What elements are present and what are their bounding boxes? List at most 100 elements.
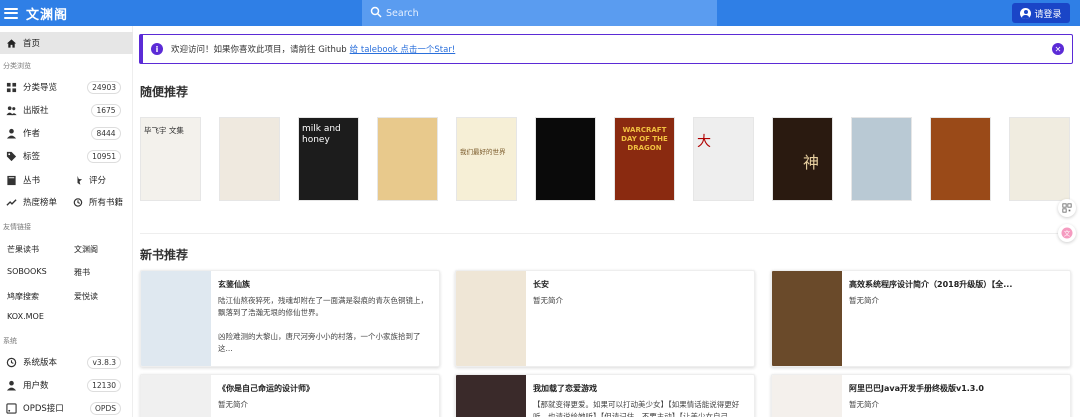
login-label: 请登录 [1034,9,1062,20]
book-card-desc: 陆江仙熬夜猝死，残魂却附在了一面满是裂痕的青灰色铜镜上，飘落到了浩瀚无垠的修仙世… [218,296,428,353]
book-card-desc: 暂无简介 [218,400,248,409]
book-card-desc: 暂无简介 [533,296,563,305]
link-item[interactable]: 文渊阁 [74,244,98,255]
translate-icon[interactable]: 文 [1058,224,1076,242]
search-icon [370,6,382,21]
tag-icon [6,151,17,162]
search-bar[interactable] [362,0,717,26]
link-item[interactable]: 鸠摩搜索 [7,291,39,302]
book-card[interactable]: 阿里巴巴Java开发手册终极版v1.3.0 暂无简介 [771,374,1071,417]
book-cover[interactable]: 大 [693,117,754,201]
sidebar-item-home[interactable]: 首页 [0,32,133,54]
app-title[interactable]: 文渊阁 [26,4,68,23]
sidebar-item-tags[interactable]: 标签 10951 [0,147,133,165]
close-icon[interactable]: ✕ [1052,43,1064,55]
sidebar-item-series[interactable]: 丛书 [6,171,40,189]
sidebar-item-opds[interactable]: OPDS接口 OPDS [0,399,133,417]
book-card[interactable]: 我加载了恋爱游戏 【那就变得更爱。如果可以打动美少女】【如果情话能说得更好听，也… [455,374,755,417]
book-cover[interactable] [1009,117,1070,201]
section-title-random: 随便推荐 [140,85,189,99]
sidebar-item-categories[interactable]: 分类导览 24903 [0,78,133,96]
book-thumbnail [772,271,842,366]
clock-icon [6,357,17,368]
book-cover[interactable] [851,117,912,201]
qr-code-icon[interactable] [1058,199,1076,217]
link-item[interactable]: 雅书 [74,267,90,278]
book-thumbnail [772,375,842,417]
info-icon: i [151,43,163,55]
trending-icon [6,197,17,208]
book-thumbnail [456,375,526,417]
link-item[interactable]: KOX.MOE [7,312,44,321]
app-bar: 文渊阁 请登录 [0,0,1080,26]
section-divider [140,233,1072,234]
count-badge: 24903 [87,80,121,94]
book-thumbnail [141,271,211,366]
notice-banner: i 欢迎访问！如果你喜欢此项目，请前往 Github 给 talebook 点击… [139,34,1073,64]
home-icon [6,38,17,49]
book-cover[interactable] [930,117,991,201]
account-icon [1020,7,1032,19]
sidebar-item-authors[interactable]: 作者 8444 [0,124,133,142]
book-cover[interactable] [219,117,280,201]
search-input[interactable] [386,7,686,19]
book-cover-title: 毕飞宇 文集 [144,126,184,135]
book-cover[interactable]: WARCRAFT DAY OF THE DRAGON [614,117,675,201]
sidebar-item-rating[interactable]: 评分 [72,171,106,189]
book-card-title: 我加载了恋爱游戏 [533,384,597,393]
book-card[interactable]: 长安 暂无简介 [455,270,755,367]
book-cover[interactable] [535,117,596,201]
main-content: i 欢迎访问！如果你喜欢此项目，请前往 Github 给 talebook 点击… [133,26,1080,417]
book-cover[interactable]: 我们最好的世界 [456,117,517,201]
book-cover[interactable]: 神 [772,117,833,201]
star-half-icon [72,175,83,186]
sidebar-item-users[interactable]: 用户数 12130 [0,376,133,394]
rss-icon [6,402,17,414]
link-item[interactable]: 芒果读书 [7,244,39,255]
link-item[interactable]: SOBOOKS [7,267,47,276]
person-icon [6,128,17,139]
count-badge: v3.8.3 [87,355,121,369]
count-badge: 1675 [91,103,121,117]
sidebar-item-label: 出版社 [23,106,49,116]
book-card-title: 《你是自己命运的设计师》 [218,384,314,393]
sidebar-item-label: 首页 [23,39,41,49]
book-card[interactable]: 高效系统程序设计简介（2018升级版）【全... 暂无简介 [771,270,1071,367]
sidebar-item-label: 丛书 [23,176,41,186]
link-item[interactable]: 爱悦读 [74,291,98,302]
book-card-title: 高效系统程序设计简介（2018升级版）【全... [849,280,1013,289]
sidebar-item-version[interactable]: 系统版本 v3.8.3 [0,353,133,371]
count-badge: 10951 [87,149,121,163]
book-card-desc: 暂无简介 [849,400,879,409]
book-card-desc: 【那就变得更爱。如果可以打动美少女】【如果情话能说得更好听，也请说给她听】【但请… [533,400,740,417]
random-cover-list: 毕飞宇 文集 milk and honey 我们最好的世界 WARCRAFT D… [140,117,1070,201]
book-card[interactable]: 《你是自己命运的设计师》 暂无简介 [140,374,440,417]
book-cover[interactable]: 毕飞宇 文集 [140,117,201,201]
sidebar-item-label: 评分 [89,176,107,186]
sidebar-item-label: 分类导览 [23,83,58,93]
sidebar-item-label: 作者 [23,129,41,139]
user-icon [6,380,17,391]
book-card-title: 阿里巴巴Java开发手册终极版v1.3.0 [849,384,984,393]
svg-text:文: 文 [1064,228,1071,237]
section-title-new: 新书推荐 [140,248,189,262]
login-button[interactable]: 请登录 [1012,3,1070,23]
section-title-links: 友情链接 [3,223,31,231]
count-badge: OPDS [90,401,121,415]
book-cover[interactable] [377,117,438,201]
book-card-title: 长安 [533,280,549,289]
book-cover[interactable]: milk and honey [298,117,359,201]
book-thumbnail [456,271,526,366]
menu-icon[interactable] [4,7,18,19]
section-title-system: 系统 [3,337,17,345]
count-badge: 12130 [87,378,121,392]
book-card[interactable]: 玄鉴仙族 陆江仙熬夜猝死，残魂却附在了一面满是裂痕的青灰色铜镜上，飘落到了浩瀚无… [140,270,440,367]
sidebar-item-all-books[interactable]: 所有书籍 [72,193,123,211]
book-cover-title: 神 [803,153,820,172]
sidebar-item-publishers[interactable]: 出版社 1675 [0,101,133,119]
sidebar-item-label: 所有书籍 [89,198,124,208]
sidebar-item-hot[interactable]: 热度榜单 [6,193,57,211]
book-cover-title: 大 [697,134,711,150]
count-badge: 8444 [91,126,121,140]
github-star-link[interactable]: 给 talebook 点击一个Star! [350,43,456,55]
